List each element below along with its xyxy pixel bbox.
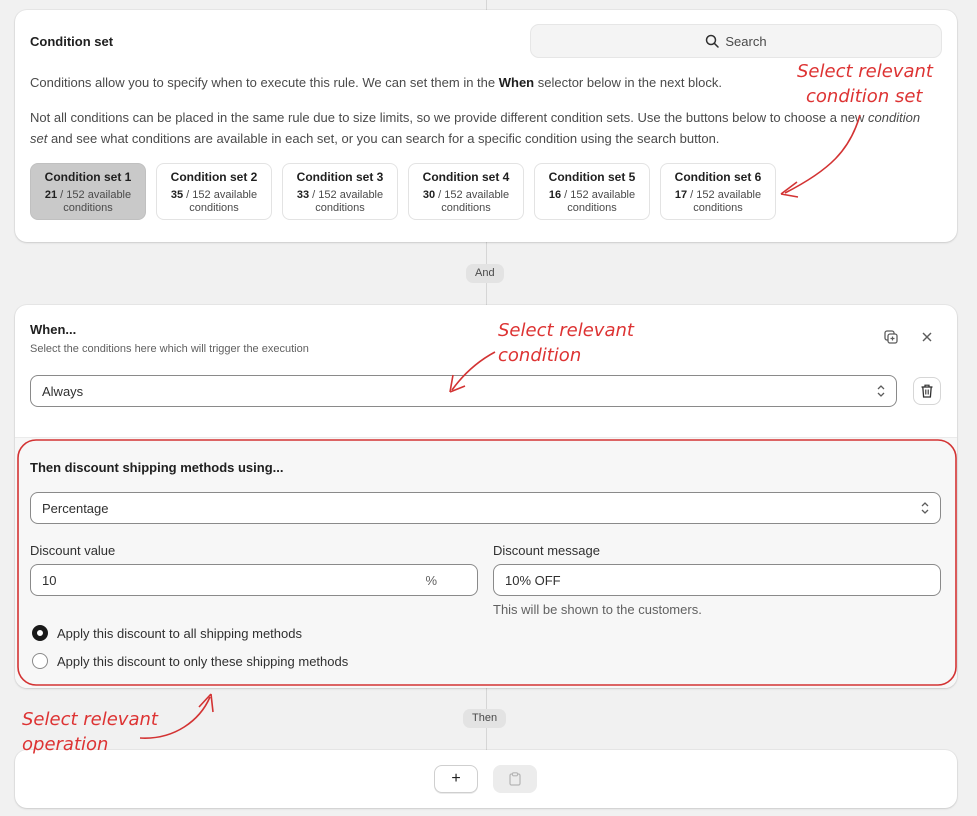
condition-set-3-button[interactable]: Condition set 3 33 / 152 available condi… bbox=[282, 163, 398, 220]
condition-set-title: Condition set bbox=[30, 34, 114, 49]
add-action-card: + bbox=[15, 750, 957, 808]
search-button[interactable]: Search bbox=[530, 24, 942, 58]
operation-arrowhead bbox=[198, 693, 214, 713]
annotation-operation-line2: operation bbox=[22, 734, 109, 755]
rule-card: When... Select the conditions here which… bbox=[15, 305, 957, 688]
condition-set-description: Conditions allow you to specify when to … bbox=[30, 75, 723, 90]
condition-set-6-button[interactable]: Condition set 6 17 / 152 available condi… bbox=[660, 163, 776, 220]
when-condition-select[interactable]: Always bbox=[30, 375, 897, 407]
search-icon bbox=[706, 34, 720, 48]
radio-specific-shipping[interactable]: Apply this discount to only these shippi… bbox=[32, 653, 348, 669]
annotation-condition-set-line2: condition set bbox=[806, 86, 923, 107]
condition-set-explanation: Not all conditions can be placed in the … bbox=[30, 110, 921, 146]
close-icon bbox=[922, 332, 932, 342]
search-label: Search bbox=[725, 33, 767, 49]
close-button[interactable] bbox=[914, 324, 940, 350]
clipboard-icon bbox=[509, 772, 521, 786]
and-connector-badge: And bbox=[466, 264, 504, 283]
condition-set-1-button[interactable]: Condition set 1 21 / 152 available condi… bbox=[30, 163, 146, 220]
annotation-condition-line1: Select relevant bbox=[498, 320, 634, 341]
then-connector-badge: Then bbox=[463, 709, 507, 728]
when-subtitle: Select the conditions here which will tr… bbox=[30, 343, 309, 355]
condition-set-2-button[interactable]: Condition set 2 35 / 152 available condi… bbox=[156, 163, 272, 220]
condition-set-4-button[interactable]: Condition set 4 30 / 152 available condi… bbox=[408, 163, 524, 220]
when-title: When... bbox=[30, 322, 77, 337]
trash-icon bbox=[921, 384, 933, 398]
condition-set-card: Condition set Search Conditions allow yo… bbox=[15, 10, 957, 242]
annotation-operation-line1: Select relevant bbox=[22, 709, 158, 730]
discount-message-input[interactable]: 10% OFF bbox=[493, 564, 941, 596]
duplicate-button[interactable] bbox=[878, 324, 904, 350]
discount-value-input[interactable]: 10 % bbox=[30, 564, 478, 596]
add-button[interactable]: + bbox=[434, 765, 478, 793]
condition-set-list: Condition set 1 21 / 152 available condi… bbox=[30, 163, 776, 220]
then-title: Then discount shipping methods using... bbox=[30, 460, 284, 475]
radio-all-shipping[interactable]: Apply this discount to all shipping meth… bbox=[32, 625, 302, 641]
discount-message-help: This will be shown to the customers. bbox=[493, 602, 702, 617]
annotation-condition-set-line1: Select relevant bbox=[797, 61, 933, 82]
delete-condition-button[interactable] bbox=[913, 377, 941, 405]
select-chevron-icon bbox=[877, 385, 885, 397]
select-chevron-icon bbox=[921, 502, 929, 514]
condition-set-5-button[interactable]: Condition set 5 16 / 152 available condi… bbox=[534, 163, 650, 220]
radio-unselected-icon bbox=[32, 653, 48, 669]
annotation-condition-line2: condition bbox=[498, 345, 582, 366]
discount-method-select[interactable]: Percentage bbox=[30, 492, 941, 524]
paste-button[interactable] bbox=[493, 765, 537, 793]
then-section: Then discount shipping methods using... … bbox=[15, 437, 957, 688]
percent-suffix: % bbox=[425, 572, 437, 588]
discount-value-label: Discount value bbox=[30, 543, 116, 558]
connector-line bbox=[486, 0, 487, 10]
discount-message-label: Discount message bbox=[493, 543, 600, 558]
duplicate-icon bbox=[884, 330, 898, 344]
radio-selected-icon bbox=[32, 625, 48, 641]
